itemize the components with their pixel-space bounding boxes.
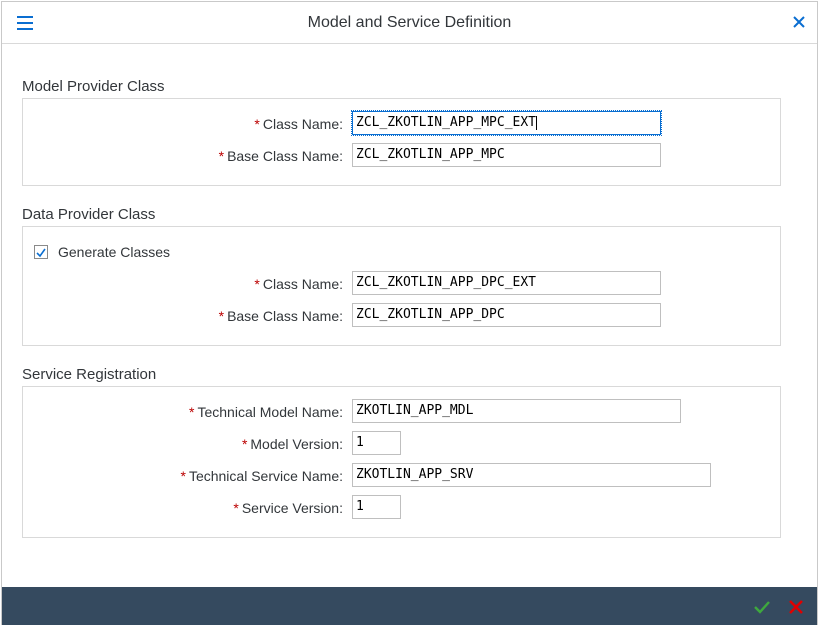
mpc-base-class-label: * Base Class Name: <box>218 148 343 164</box>
model-version-input[interactable]: 1 <box>352 431 401 455</box>
required-marker: * <box>233 500 239 516</box>
tech-model-name-label: * Technical Model Name: <box>189 404 343 420</box>
dialog-title: Model and Service Definition <box>307 14 512 31</box>
cancel-button[interactable] <box>787 598 805 616</box>
dpc-base-class-input[interactable]: ZCL_ZKOTLIN_APP_DPC <box>352 303 661 327</box>
tech-model-name-input[interactable]: ZKOTLIN_APP_MDL <box>352 399 681 423</box>
mpc-base-class-input[interactable]: ZCL_ZKOTLIN_APP_MPC <box>352 143 661 167</box>
confirm-button[interactable] <box>753 598 771 616</box>
tech-service-name-label: * Technical Service Name: <box>180 468 343 484</box>
checkmark-icon <box>754 601 770 614</box>
required-marker: * <box>254 116 260 132</box>
model-provider-title: Model Provider Class <box>22 78 165 95</box>
dpc-base-class-label: * Base Class Name: <box>218 308 343 324</box>
checkmark-icon <box>36 248 46 258</box>
dpc-class-name-input[interactable]: ZCL_ZKOTLIN_APP_DPC_EXT <box>352 271 661 295</box>
required-marker: * <box>180 468 186 484</box>
tech-service-name-input[interactable]: ZKOTLIN_APP_SRV <box>352 463 711 487</box>
required-marker: * <box>218 308 225 324</box>
required-marker: * <box>218 148 225 164</box>
service-version-input[interactable]: 1 <box>352 495 401 519</box>
service-version-label: * Service Version: <box>233 500 343 516</box>
required-marker: * <box>189 404 195 420</box>
dialog-header: Model and Service Definition <box>2 2 817 44</box>
generate-classes-label: Generate Classes <box>58 244 171 260</box>
service-registration-title: Service Registration <box>22 366 157 383</box>
dpc-class-name-label: * Class Name: <box>254 276 343 292</box>
cancel-icon <box>789 600 803 614</box>
generate-classes-checkbox[interactable] <box>34 245 48 259</box>
data-provider-title: Data Provider Class <box>22 206 156 223</box>
dialog-footer <box>2 587 817 625</box>
model-service-dialog: Model and Service Definition Model Provi… <box>1 1 818 625</box>
model-version-label: * Model Version: <box>241 436 343 452</box>
text-caret <box>536 115 538 130</box>
close-icon[interactable] <box>791 14 807 30</box>
mpc-class-name-label: * Class Name: <box>254 116 343 132</box>
required-marker: * <box>254 276 260 292</box>
mpc-class-name-input[interactable]: ZCL_ZKOTLIN_APP_MPC_EXT <box>351 110 662 136</box>
required-marker: * <box>241 436 248 452</box>
